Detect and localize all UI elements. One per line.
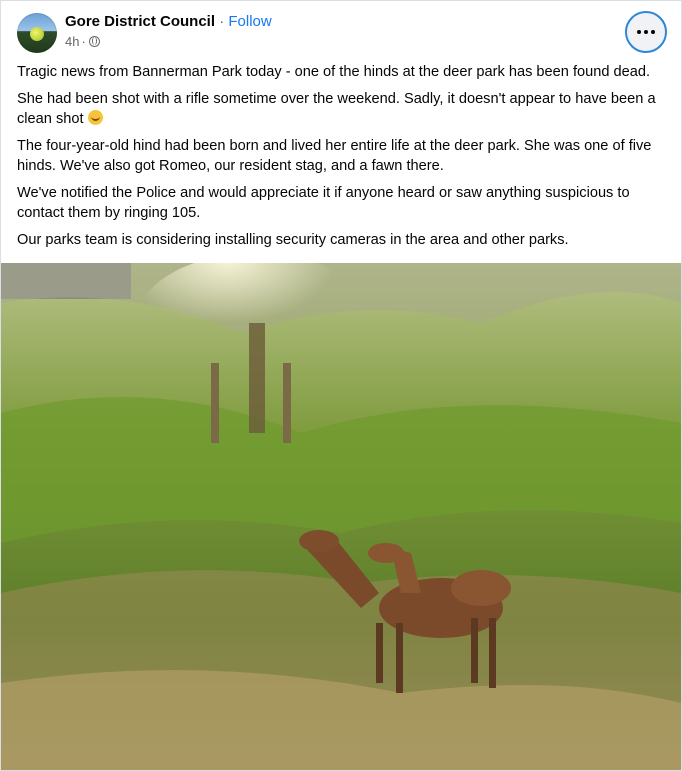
- deer-park-photo: [1, 263, 681, 770]
- globe-icon: [88, 36, 100, 47]
- paragraph-1: Tragic news from Bannerman Park today - …: [17, 64, 651, 80]
- more-options-icon: [637, 30, 641, 34]
- timestamp[interactable]: 4h: [65, 34, 79, 49]
- more-options-button[interactable]: [625, 11, 667, 53]
- post-text: Tragic news from Bannerman Park today - …: [17, 62, 669, 257]
- paragraph-2: She had been shot with a rifle sometime …: [17, 89, 669, 129]
- meta-separator: ·: [81, 34, 86, 49]
- page-avatar[interactable]: [17, 13, 57, 53]
- logo-icon: [30, 27, 44, 41]
- follow-button[interactable]: Follow: [228, 13, 271, 30]
- post-photo[interactable]: [1, 263, 681, 770]
- crying-face-emoji-icon: [87, 110, 103, 125]
- separator-dot: ·: [219, 13, 225, 30]
- paragraph-3: The four-year-old hind had been born and…: [17, 138, 652, 174]
- post-header: Gore District Council · Follow 4h ·: [1, 1, 681, 59]
- paragraph-2-text: She had been shot with a rifle sometime …: [17, 91, 656, 127]
- paragraph-4: We've notified the Police and would appr…: [17, 185, 630, 221]
- author-row: Gore District Council · Follow: [65, 13, 272, 30]
- post-meta: 4h ·: [65, 34, 100, 49]
- facebook-post: Gore District Council · Follow 4h · Trag…: [0, 0, 682, 771]
- paragraph-5: Our parks team is considering installing…: [17, 232, 569, 248]
- author-name[interactable]: Gore District Council: [65, 13, 215, 30]
